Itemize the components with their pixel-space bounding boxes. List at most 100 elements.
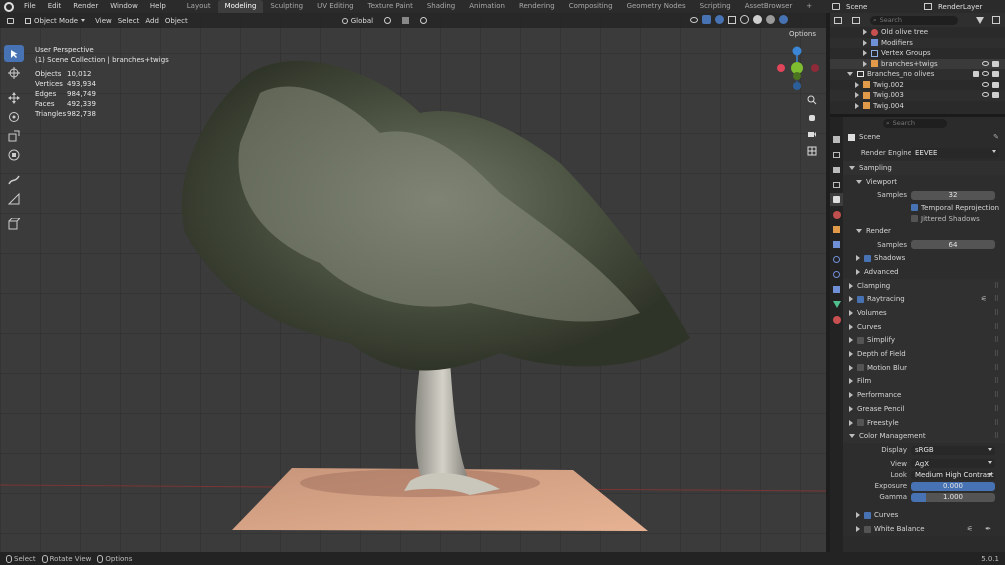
drag-handle-icon[interactable]: ⠿ <box>994 405 999 413</box>
expand-arrow-icon[interactable] <box>863 29 867 36</box>
outliner-row[interactable]: Twig.003 <box>830 90 1005 101</box>
raytracing-checkbox[interactable] <box>857 295 864 303</box>
view-layer-selector[interactable]: RenderLayer <box>924 1 982 12</box>
tab-uv-editing[interactable]: UV Editing <box>310 0 361 13</box>
pan-button[interactable] <box>805 110 819 124</box>
panel-curves[interactable]: Curves ⠿ <box>843 319 1005 334</box>
annotate-tool[interactable] <box>4 171 24 188</box>
mode-selector[interactable]: Object Mode <box>21 15 90 26</box>
tab-tool[interactable] <box>830 133 843 146</box>
neg-z-axis-handle[interactable] <box>793 82 801 90</box>
camera-view-button[interactable] <box>805 127 819 141</box>
panel-clamping[interactable]: Clamping ⠿ <box>843 278 1005 293</box>
neg-y-axis-handle[interactable] <box>793 72 801 80</box>
editor-type-button[interactable] <box>3 15 18 26</box>
outliner-row[interactable]: Branches_no olives <box>830 69 1005 80</box>
menu-edit[interactable]: Edit <box>42 0 68 13</box>
panel-simplify[interactable]: Simplify ⠿ <box>843 333 1005 348</box>
display-dropdown[interactable]: sRGB <box>911 445 995 455</box>
eye-icon[interactable] <box>982 60 989 66</box>
expand-arrow-icon[interactable] <box>855 92 859 99</box>
menu-file[interactable]: File <box>18 0 42 13</box>
material-shading-icon[interactable] <box>766 15 775 24</box>
drag-handle-icon[interactable]: ⠿ <box>994 323 999 331</box>
tab-geometry-nodes[interactable]: Geometry Nodes <box>620 0 693 13</box>
outliner-row[interactable]: Twig.004 <box>830 101 1005 112</box>
tab-compositing[interactable]: Compositing <box>562 0 620 13</box>
panel-freestyle[interactable]: Freestyle ⠿ <box>843 415 1005 430</box>
view-transform-dropdown[interactable]: AgX <box>911 459 995 469</box>
rendered-shading-icon[interactable] <box>779 15 788 24</box>
tab-render[interactable] <box>830 148 843 161</box>
rotate-tool[interactable] <box>4 108 24 125</box>
tab-data[interactable] <box>830 298 843 311</box>
render-engine-dropdown[interactable]: EEVEE <box>911 148 999 158</box>
drag-handle-icon[interactable]: ⠿ <box>994 350 999 358</box>
expand-arrow-icon[interactable] <box>863 39 867 46</box>
tab-material[interactable] <box>830 313 843 326</box>
panel-color-management[interactable]: Color Management ⠿ <box>843 429 1005 444</box>
collapse-arrow-icon[interactable] <box>847 72 853 77</box>
panel-performance[interactable]: Performance ⠿ <box>843 388 1005 402</box>
new-collection-icon[interactable] <box>992 16 1000 24</box>
tab-constraints[interactable] <box>830 283 843 296</box>
render-samples-field[interactable]: 64 <box>911 240 995 250</box>
tab-world[interactable] <box>830 208 843 221</box>
subpanel-render[interactable]: Render <box>843 224 1005 238</box>
expand-arrow-icon[interactable] <box>855 102 859 109</box>
pin-icon[interactable]: ✎ <box>993 133 999 141</box>
camera-icon[interactable] <box>992 81 999 88</box>
outliner-search-input[interactable]: ⌕ Search <box>870 15 958 25</box>
menu-add[interactable]: Add <box>145 17 159 25</box>
drag-handle-icon[interactable]: ⠿ <box>994 282 999 290</box>
tab-scripting[interactable]: Scripting <box>693 0 738 13</box>
scene-selector[interactable]: Scene <box>832 1 867 12</box>
white-balance-checkbox[interactable] <box>864 525 871 533</box>
gamma-slider[interactable]: 1.000 <box>911 492 995 502</box>
select-box-tool[interactable] <box>4 45 24 62</box>
panel-grease-pencil[interactable]: Grease Pencil ⠿ <box>843 402 1005 416</box>
neg-x-axis-handle[interactable] <box>811 64 819 72</box>
motion-blur-checkbox[interactable] <box>857 364 864 372</box>
outliner-row[interactable]: Twig.002 <box>830 80 1005 91</box>
simplify-checkbox[interactable] <box>857 336 864 344</box>
perspective-toggle-button[interactable] <box>805 144 819 158</box>
visibility-icon[interactable] <box>690 16 698 23</box>
panel-film[interactable]: Film ⠿ <box>843 374 1005 389</box>
snap-button[interactable] <box>398 15 414 26</box>
look-dropdown[interactable]: Medium High Contrast <box>911 470 995 480</box>
outliner-row[interactable]: Modifiers <box>830 37 1005 48</box>
scale-tool[interactable] <box>4 127 24 144</box>
eye-icon[interactable] <box>982 71 989 77</box>
eye-icon[interactable] <box>982 92 989 98</box>
menu-render[interactable]: Render <box>67 0 104 13</box>
expand-arrow-icon[interactable] <box>863 50 867 57</box>
tab-particles[interactable] <box>830 253 843 266</box>
expand-arrow-icon[interactable] <box>855 81 859 88</box>
add-cube-tool[interactable] <box>4 215 24 232</box>
subpanel-viewport[interactable]: Viewport <box>843 174 1005 189</box>
navigation-gizmo[interactable] <box>774 43 824 93</box>
tab-view-layer[interactable] <box>830 178 843 191</box>
zoom-button[interactable] <box>805 93 819 107</box>
drag-handle-icon[interactable]: ⠿ <box>994 419 999 427</box>
transform-orientation-selector[interactable]: Global <box>337 15 378 26</box>
properties-search-input[interactable]: ⌕ Search <box>883 118 947 128</box>
overlay-toggle-icon[interactable] <box>715 15 724 24</box>
tab-output[interactable] <box>830 163 843 176</box>
panel-volumes[interactable]: Volumes ⠿ <box>843 306 1005 320</box>
jittered-shadows-checkbox[interactable] <box>911 215 918 223</box>
outliner-row[interactable]: Vertex Groups <box>830 48 1005 59</box>
wireframe-shading-icon[interactable] <box>740 15 749 24</box>
display-mode-icon[interactable] <box>852 16 860 24</box>
menu-view[interactable]: View <box>95 17 112 25</box>
drag-handle-icon[interactable]: ⠿ <box>994 309 999 317</box>
tab-physics[interactable] <box>830 268 843 281</box>
filter-icon[interactable] <box>976 16 984 24</box>
proportional-edit-button[interactable] <box>416 15 432 26</box>
subpanel-cm-curves[interactable]: Curves <box>843 508 1005 523</box>
outliner-row[interactable]: branches+twigs <box>830 58 1005 69</box>
panel-depth-of-field[interactable]: Depth of Field ⠿ <box>843 347 1005 361</box>
blender-logo-icon[interactable] <box>4 1 14 12</box>
options-button[interactable]: Options <box>789 30 816 38</box>
